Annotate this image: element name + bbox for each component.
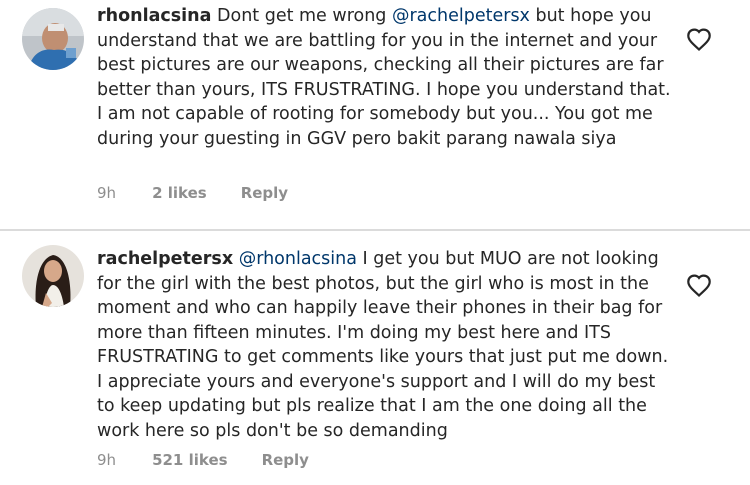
comment-body-continued: but hope you understand that we are batt…: [97, 6, 671, 149]
comment-meta: 9h 521 likes Reply: [97, 451, 309, 469]
comment-body: Dont get me wrong: [217, 6, 392, 26]
comment-timestamp[interactable]: 9h: [97, 451, 116, 469]
divider: [0, 229, 750, 231]
comment-text: rachelpetersx @rhonlacsina I get you but…: [97, 247, 677, 443]
comment-username[interactable]: rhonlacsina: [97, 6, 211, 26]
comment-mention[interactable]: @rhonlacsina: [239, 249, 357, 269]
comment-timestamp[interactable]: 9h: [97, 184, 116, 202]
comment-username[interactable]: rachelpetersx: [97, 249, 233, 269]
comment-item: rachelpetersx @rhonlacsina I get you but…: [0, 232, 750, 485]
comment-like-count[interactable]: 521 likes: [152, 451, 228, 469]
avatar[interactable]: [22, 245, 84, 307]
comment-text: rhonlacsina Dont get me wrong @rachelpet…: [97, 4, 677, 151]
comment-meta: 9h 2 likes Reply: [97, 184, 288, 202]
comment-mention[interactable]: @rachelpetersx: [392, 6, 530, 26]
reply-button[interactable]: Reply: [241, 184, 288, 202]
reply-button[interactable]: Reply: [262, 451, 309, 469]
comment-item: rhonlacsina Dont get me wrong @rachelpet…: [0, 0, 750, 228]
comment-body: I get you but MUO are not looking for th…: [97, 249, 669, 441]
heart-icon[interactable]: [686, 28, 712, 52]
comment-like-count[interactable]: 2 likes: [152, 184, 207, 202]
avatar-image: [22, 245, 84, 307]
avatar[interactable]: [22, 8, 84, 70]
avatar-image: [22, 8, 84, 70]
heart-icon[interactable]: [686, 274, 712, 298]
